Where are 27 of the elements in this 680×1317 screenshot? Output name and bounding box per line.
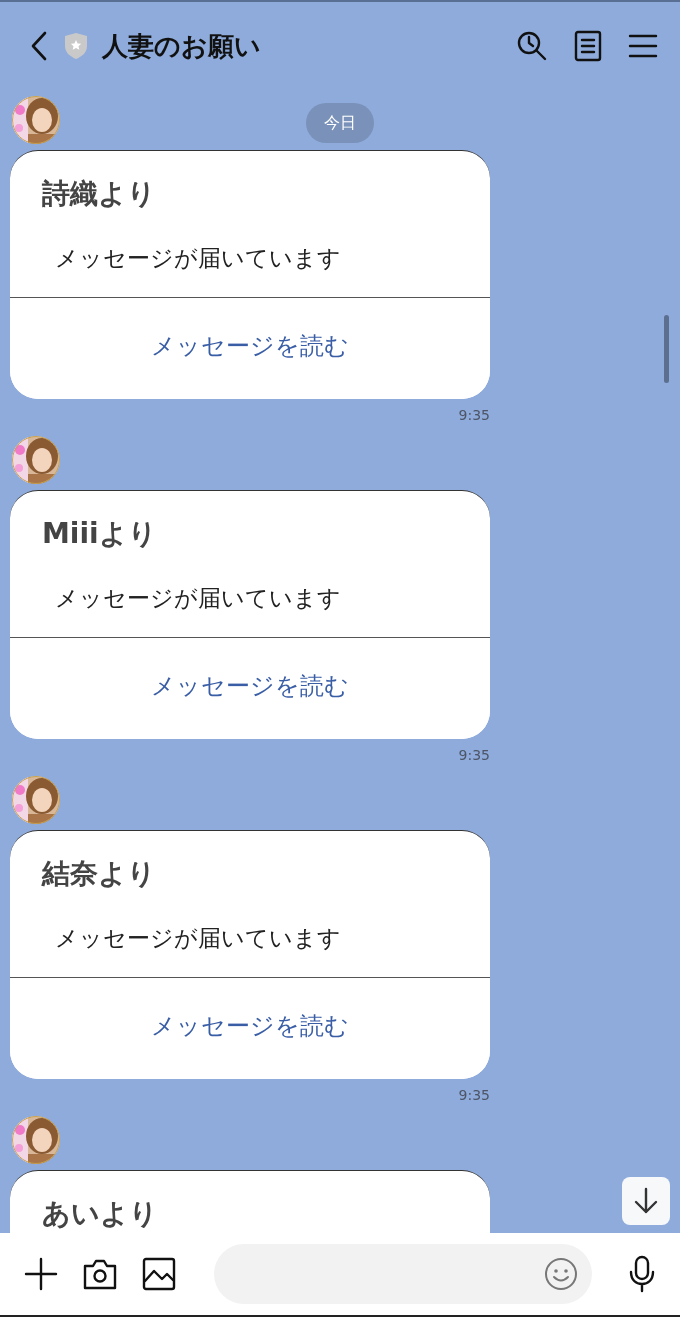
notes-button[interactable]: [574, 30, 602, 62]
image-button[interactable]: [142, 1257, 176, 1291]
message-time: 9:35: [458, 1087, 490, 1103]
scroll-down-button[interactable]: [622, 1177, 670, 1225]
sender-title: 詩織より: [42, 177, 156, 210]
read-message-button[interactable]: メッセージを読む: [10, 977, 490, 1079]
scrollbar[interactable]: [664, 315, 669, 383]
search-button[interactable]: [516, 30, 548, 62]
microphone-button[interactable]: [628, 1255, 656, 1293]
add-button[interactable]: [24, 1257, 58, 1291]
message-time: 9:35: [458, 747, 490, 763]
shield-icon: [64, 32, 88, 60]
message-time: 9:35: [458, 407, 490, 423]
sender-title: 結奈より: [42, 857, 156, 890]
sender-title: Miiiより: [42, 517, 157, 550]
message-text: メッセージが届いています: [55, 925, 341, 951]
chat-title: 人妻のお願い: [102, 29, 262, 63]
date-label: 今日: [306, 103, 374, 143]
menu-button[interactable]: [628, 33, 658, 59]
arrow-down-icon: [633, 1187, 659, 1215]
sender-title: あいより: [42, 1197, 158, 1230]
read-message-button[interactable]: メッセージを読む: [10, 637, 490, 739]
message-text: メッセージが届いています: [55, 585, 341, 611]
emoji-icon[interactable]: [544, 1257, 578, 1291]
read-message-button[interactable]: メッセージを読む: [10, 297, 490, 399]
camera-button[interactable]: [82, 1257, 118, 1291]
message-text: メッセージが届いています: [55, 245, 341, 271]
